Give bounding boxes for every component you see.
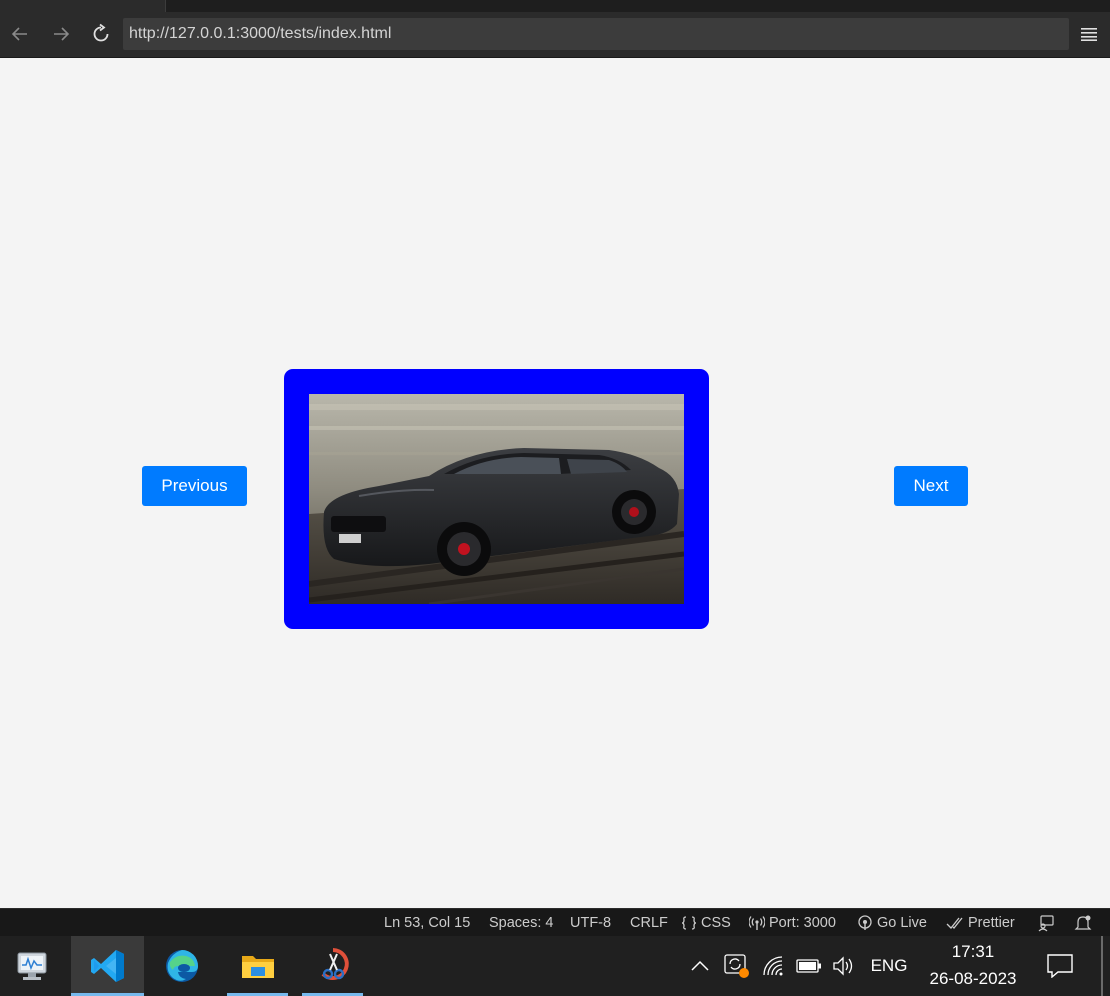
previous-button[interactable]: Previous [142,466,247,506]
edge-icon [166,950,198,982]
double-check-icon [946,917,963,929]
taskbar-app-file-explorer[interactable] [227,936,288,996]
feedback-button[interactable] [1037,909,1055,937]
tray-battery[interactable] [794,936,824,996]
action-center-button[interactable] [1036,936,1084,996]
arrow-left-icon [11,27,27,41]
line-ending-label: CRLF [630,915,668,931]
notification-icon [1047,954,1073,978]
indentation-setting[interactable]: Spaces: 4 [489,909,554,937]
browser-tab[interactable] [0,0,166,12]
port-label: Port: 3000 [769,915,836,931]
go-live-label: Go Live [877,915,927,931]
performance-monitor-icon [17,952,47,980]
arrow-right-icon [54,27,70,41]
show-hidden-icons-button[interactable] [688,936,712,996]
encoding-setting[interactable]: UTF-8 [570,909,611,937]
clock-date: 26-08-2023 [929,969,1017,988]
prettier-status[interactable]: Prettier [946,909,1015,937]
folder-icon [241,956,274,978]
taskbar-app-snipping-tool[interactable] [302,936,363,996]
broadcast-icon [749,916,765,930]
tray-volume[interactable] [830,936,858,996]
live-server-port[interactable]: Port: 3000 [749,909,836,937]
image-slider-frame [284,369,709,629]
clock-time: 17:31 [951,942,995,961]
taskbar-app-edge[interactable] [150,936,214,996]
indentation-label: Spaces: 4 [489,915,554,931]
taskbar-clock[interactable]: 17:31 26-08-2023 [916,936,1030,996]
taskbar-app-vscode[interactable] [71,936,144,996]
feedback-icon [1038,915,1054,932]
reload-button[interactable] [82,12,120,56]
snipping-tool-icon [321,948,349,980]
language-mode[interactable]: CSS [681,909,731,937]
chevron-up-icon [691,960,709,971]
car-photo [309,394,684,604]
menu-button[interactable] [1074,12,1104,56]
go-live-icon [858,915,872,930]
notifications-button[interactable] [1074,909,1092,937]
sync-app-icon [724,954,749,978]
wifi-icon [763,956,783,976]
speaker-icon [833,956,853,976]
input-language[interactable]: ENG [866,936,912,996]
tray-sync-app[interactable] [720,936,754,996]
show-desktop-button[interactable] [1101,936,1103,996]
reload-icon [93,23,109,42]
editor-status-bar: Ln 53, Col 15 Spaces: 4 UTF-8 CRLF CSS P… [0,908,1110,936]
go-live-button[interactable]: Go Live [857,909,927,937]
encoding-label: UTF-8 [570,915,612,931]
language-label: CSS [701,915,731,931]
cursor-position[interactable]: Ln 53, Col 15 [384,909,470,937]
tab-strip [0,0,1110,12]
cursor-position-label: Ln 53, Col 15 [384,915,471,931]
address-bar[interactable]: http://127.0.0.1:3000/tests/index.html [123,18,1069,50]
windows-taskbar: ENG 17:31 26-08-2023 [0,936,1110,996]
forward-button[interactable] [42,12,80,56]
back-button[interactable] [1,12,39,56]
page-viewport: Previous Next [0,58,1110,908]
bell-icon [1074,915,1092,930]
hamburger-menu-icon [1081,28,1097,41]
taskbar-app-performance-monitor[interactable] [0,936,64,996]
vscode-icon [90,950,124,982]
browser-toolbar: http://127.0.0.1:3000/tests/index.html [0,12,1110,58]
prettier-label: Prettier [968,915,1015,931]
tray-network[interactable] [760,936,788,996]
braces-icon [681,916,697,930]
battery-icon [796,959,821,973]
car-image [309,394,684,604]
line-ending-setting[interactable]: CRLF [630,909,668,937]
next-button[interactable]: Next [894,466,968,506]
